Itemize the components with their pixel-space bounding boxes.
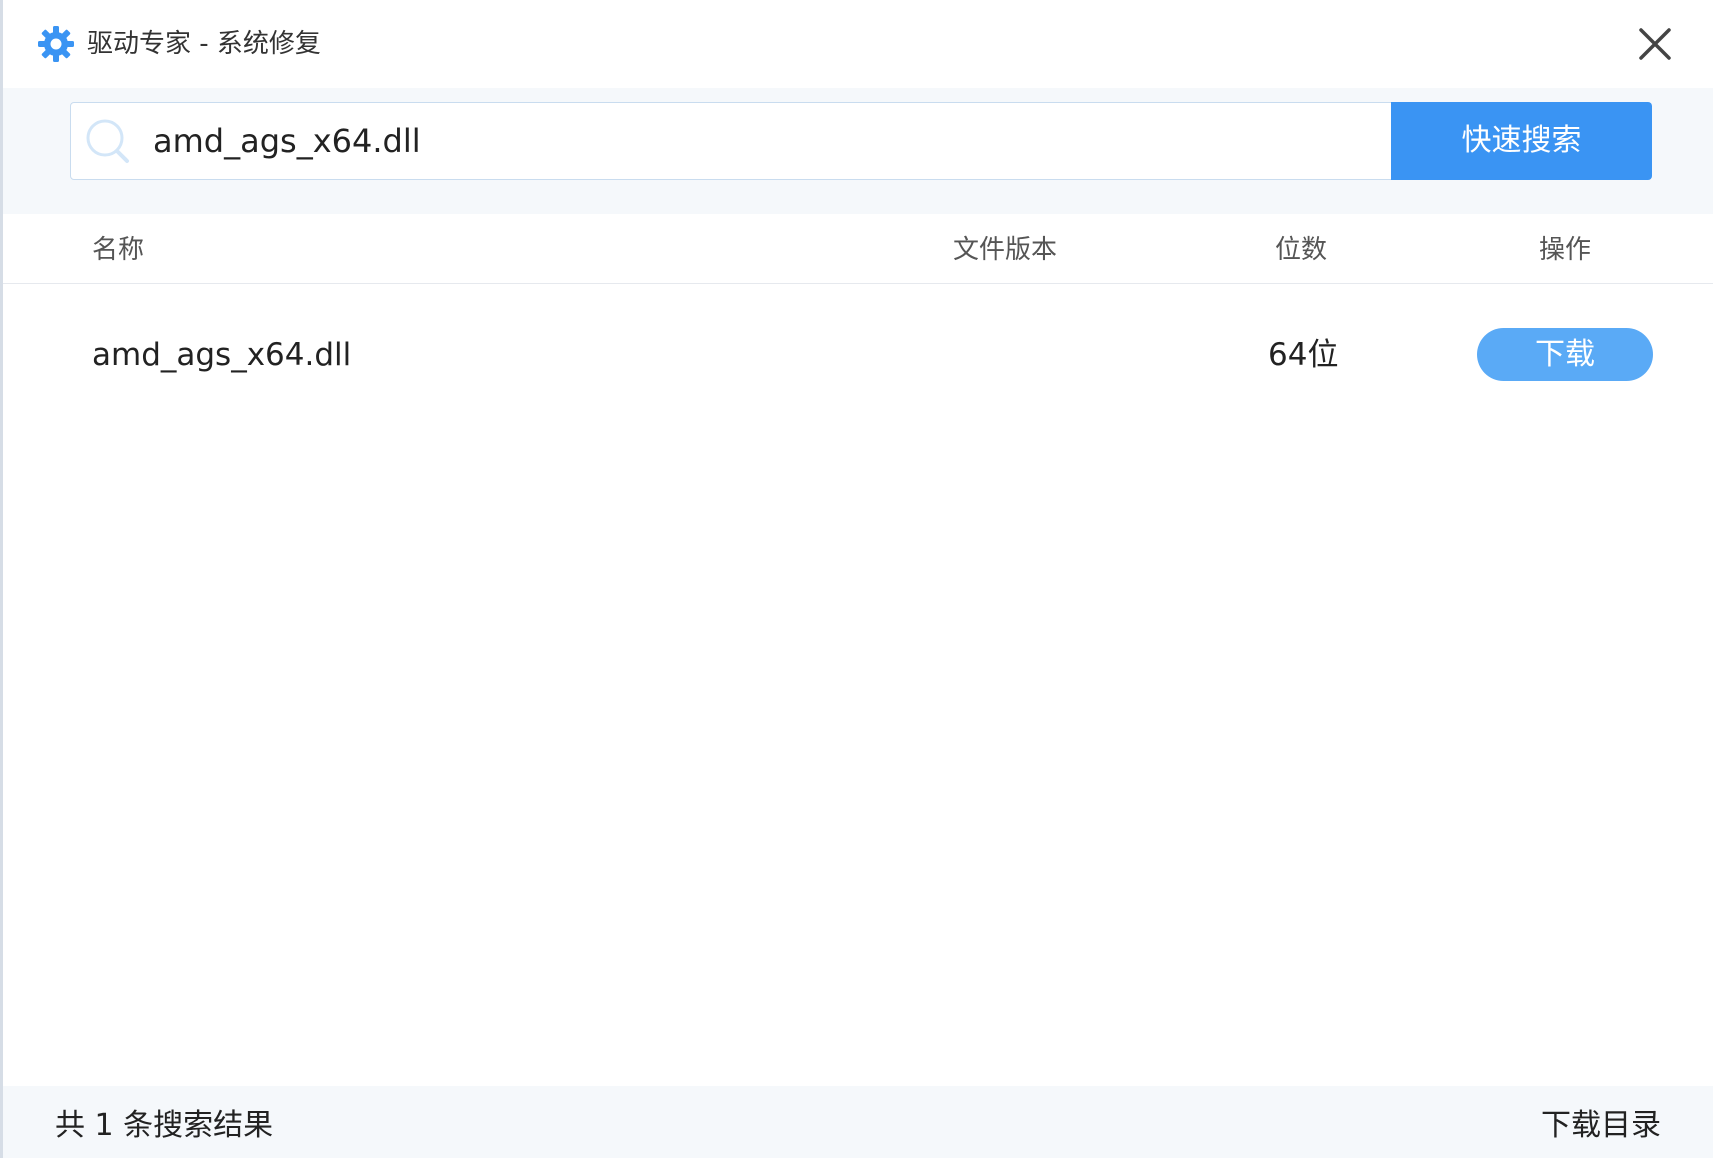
column-header-action: 操作 [1539, 235, 1592, 265]
system-repair-window: 驱动专家 - 系统修复 快速搜索 名称 文件版本 位数 操作 amd_ags_x… [0, 0, 1713, 1158]
results-table: amd_ags_x64.dll 64位 下载 [3, 285, 1713, 1085]
window-title: 驱动专家 - 系统修复 [87, 29, 321, 59]
column-header-bits: 位数 [1275, 235, 1328, 265]
result-count: 共 1 条搜索结果 [55, 1108, 274, 1143]
file-bits: 64位 [1268, 337, 1339, 373]
search-bar: 快速搜索 [3, 88, 1713, 214]
table-row: amd_ags_x64.dll 64位 下载 [3, 285, 1713, 425]
file-name: amd_ags_x64.dll [92, 337, 352, 373]
download-directory-link[interactable]: 下载目录 [1541, 1106, 1661, 1146]
quick-search-button[interactable]: 快速搜索 [1391, 102, 1652, 180]
search-box[interactable] [70, 102, 1392, 180]
download-button[interactable]: 下载 [1477, 328, 1653, 381]
column-header-version: 文件版本 [953, 235, 1058, 265]
close-icon[interactable] [1635, 24, 1675, 64]
column-header-name: 名称 [92, 235, 145, 265]
search-input[interactable] [153, 103, 1353, 179]
title-bar: 驱动专家 - 系统修复 [3, 0, 1713, 88]
table-header: 名称 文件版本 位数 操作 [3, 214, 1713, 284]
gear-icon [37, 25, 75, 63]
footer-bar: 共 1 条搜索结果 下载目录 [3, 1086, 1713, 1158]
search-icon [83, 116, 135, 168]
